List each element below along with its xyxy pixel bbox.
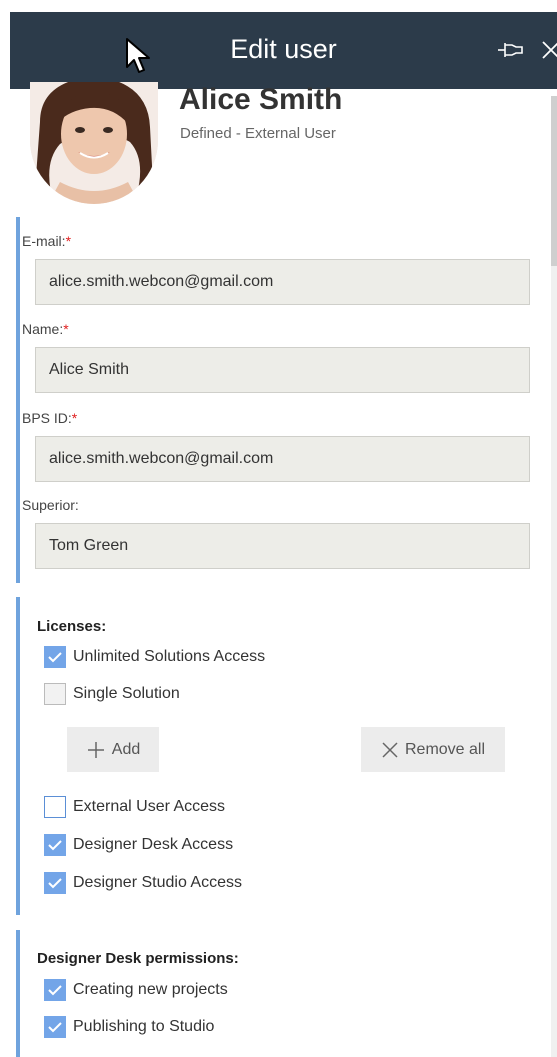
mouse-cursor-icon	[126, 38, 150, 73]
name-field[interactable]: Alice Smith	[35, 347, 530, 393]
section-divider	[16, 217, 20, 583]
checkbox-checked-icon[interactable]	[44, 979, 66, 1001]
checkbox-checked-icon[interactable]	[44, 834, 66, 856]
required-marker: *	[71, 410, 78, 426]
section-divider	[16, 597, 20, 915]
bps-id-field[interactable]: alice.smith.webcon@gmail.com	[35, 436, 530, 482]
pin-icon[interactable]	[496, 39, 524, 61]
license-single-solution[interactable]: Single Solution	[44, 682, 180, 706]
licenses-title: Licenses:	[37, 618, 107, 635]
email-field[interactable]: alice.smith.webcon@gmail.com	[35, 259, 530, 305]
required-marker: *	[63, 321, 69, 337]
checkbox-label: External User Access	[73, 798, 226, 815]
checkbox-label: Designer Desk Access	[73, 836, 234, 853]
close-icon[interactable]	[540, 37, 557, 63]
panel-header: Edit user	[10, 12, 557, 89]
license-designer-studio-access[interactable]: Designer Studio Access	[44, 871, 242, 895]
bps-id-label: BPS ID:*	[22, 410, 78, 426]
checkbox-label: Creating new projects	[73, 981, 228, 998]
name-label: Name:*	[22, 321, 69, 337]
checkbox-label: Designer Studio Access	[73, 874, 242, 891]
checkbox-checked-icon[interactable]	[44, 646, 66, 668]
permission-publishing-to-studio[interactable]: Publishing to Studio	[44, 1015, 214, 1039]
add-button[interactable]: Add	[67, 727, 159, 772]
user-name: Alice Smith	[179, 83, 343, 116]
license-unlimited-solutions[interactable]: Unlimited Solutions Access	[44, 645, 265, 669]
checkbox-label: Publishing to Studio	[73, 1018, 215, 1035]
close-icon	[382, 741, 398, 758]
checkbox-checked-icon[interactable]	[44, 872, 66, 894]
designer-desk-permissions-title: Designer Desk permissions:	[37, 950, 239, 967]
superior-label: Superior:	[22, 497, 79, 513]
checkbox-unchecked-icon[interactable]	[44, 796, 66, 818]
user-type: Defined - External User	[180, 125, 336, 142]
plus-icon	[87, 741, 104, 758]
license-external-user-access[interactable]: External User Access	[44, 795, 225, 819]
section-divider	[16, 930, 20, 1057]
remove-all-button[interactable]: Remove all	[361, 727, 505, 772]
checkbox-unchecked-icon[interactable]	[44, 683, 66, 705]
add-button-label: Add	[111, 740, 141, 758]
checkbox-label: Single Solution	[73, 685, 180, 702]
email-label: E-mail:*	[22, 233, 72, 249]
license-designer-desk-access[interactable]: Designer Desk Access	[44, 833, 233, 857]
required-marker: *	[65, 233, 72, 249]
permission-creating-new-projects[interactable]: Creating new projects	[44, 978, 228, 1002]
remove-all-button-label: Remove all	[404, 740, 486, 758]
checkbox-label: Unlimited Solutions Access	[73, 648, 266, 665]
avatar	[30, 82, 158, 204]
checkbox-checked-icon[interactable]	[44, 1016, 66, 1038]
scrollbar-thumb[interactable]	[551, 96, 557, 266]
superior-field[interactable]: Tom Green	[35, 523, 530, 569]
panel-title: Edit user	[230, 34, 337, 64]
